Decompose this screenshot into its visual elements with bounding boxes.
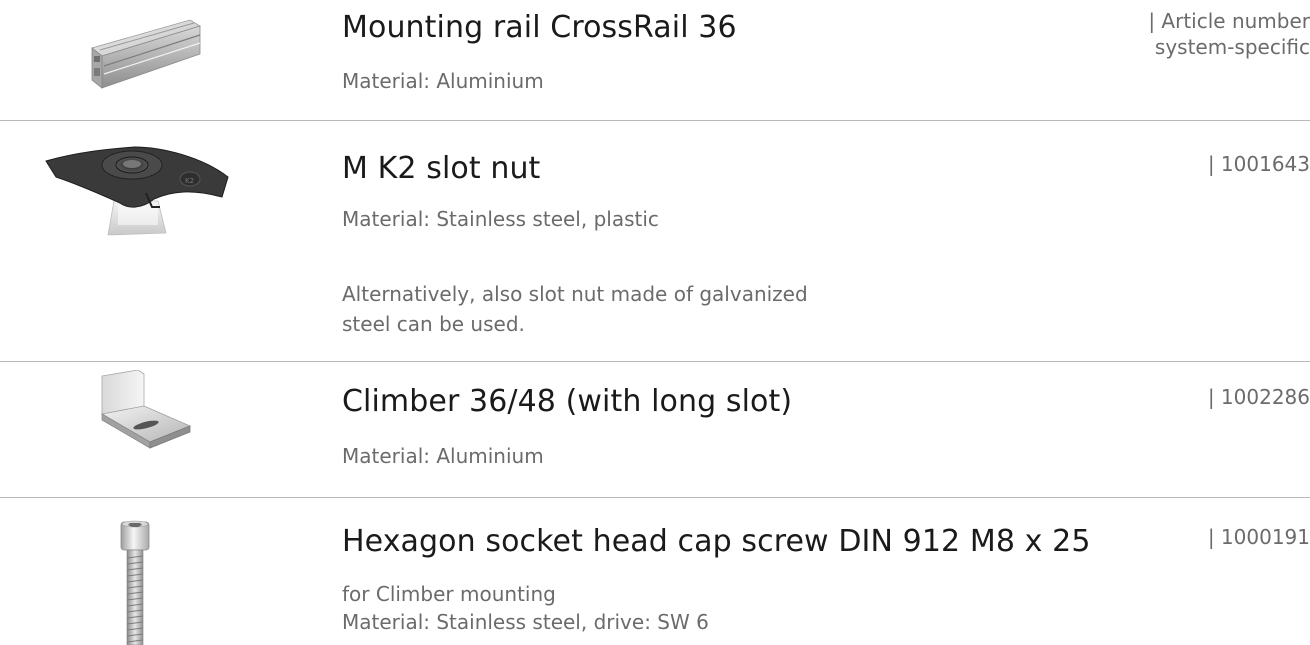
product-row: K2 M K2 slot nut Material: Stainless ste… [0, 121, 1310, 361]
product-note-line: Alternatively, also slot nut made of gal… [342, 282, 808, 306]
product-material: Material: Stainless steel, plastic [342, 207, 659, 231]
product-material: Material: Aluminium [342, 69, 544, 93]
article-number: | 1000191 [1207, 525, 1310, 549]
product-title: Mounting rail CrossRail 36 [342, 10, 737, 45]
article-number: | Article number system-specific [1148, 8, 1310, 60]
product-note: Alternatively, also slot nut made of gal… [342, 281, 808, 337]
mounting-rail-image [91, 19, 201, 89]
svg-text:K2: K2 [185, 177, 194, 185]
product-title: Hexagon socket head cap screw DIN 912 M8… [342, 524, 1091, 559]
product-title: M K2 slot nut [342, 151, 541, 186]
product-row: Climber 36/48 (with long slot) Material:… [0, 362, 1310, 468]
product-row: Mounting rail CrossRail 36 Material: Alu… [0, 0, 1310, 120]
article-number: | 1001643 [1207, 152, 1310, 176]
product-title: Climber 36/48 (with long slot) [342, 384, 793, 419]
product-note-line: steel can be used. [342, 312, 525, 336]
product-material: Material: Aluminium [342, 444, 544, 468]
climber-image [100, 370, 192, 449]
slot-nut-image: K2 [45, 146, 229, 236]
product-purpose: for Climber mounting [342, 582, 556, 606]
article-number: | 1002286 [1207, 385, 1310, 409]
cap-screw-image [120, 520, 150, 645]
article-number-label: | Article number [1148, 9, 1310, 33]
product-row: Hexagon socket head cap screw DIN 912 M8… [0, 498, 1310, 645]
article-number-value: system-specific [1154, 35, 1310, 59]
product-material: Material: Stainless steel, drive: SW 6 [342, 610, 709, 634]
